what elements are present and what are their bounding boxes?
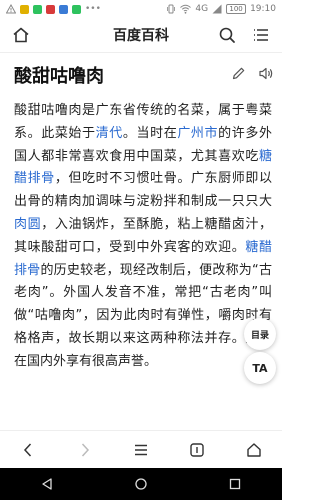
header-bar: 百度百科 [0,18,282,52]
article-link[interactable]: 肉圆 [14,217,41,232]
app-notification-icon [46,4,55,14]
tabs-icon [190,442,205,457]
article-text: ，入油锅炸，至酥脆，粘上糖醋卤汁，其味酸甜可口，受到中外宾客的欢迎。 [14,216,272,255]
app-notification-icon [72,4,81,14]
search-button[interactable] [216,24,238,46]
battery-icon: 100 [226,4,247,14]
status-bar-right: 4G 100 19:10 [166,4,276,14]
system-recents-button[interactable] [215,471,255,497]
network-type: 4G [195,4,209,14]
article-title: 酸甜咕噜肉 [14,66,104,87]
title-actions [231,66,274,85]
status-bar-left: ••• [6,4,101,14]
tabs-button[interactable] [177,435,217,465]
warning-icon [6,4,16,14]
app-notification-icon [20,4,29,14]
circle-home-icon [135,478,147,490]
header-actions [216,24,272,46]
wifi-icon [180,4,192,14]
signal-icon [212,4,222,14]
status-bar: ••• 4G 100 19:10 [0,0,282,18]
hamburger-icon [134,444,147,455]
chevron-right-icon [81,442,89,457]
edit-button[interactable] [231,66,246,85]
home-page-button[interactable] [234,435,274,465]
menu-button[interactable] [250,24,272,46]
header-divider [0,52,282,53]
article-body: 酸甜咕噜肉是广东省传统的名菜，属于粤菜系。此菜始于清代。当时在广州市的许多外国人… [14,100,272,374]
chevron-left-icon [24,442,32,457]
font-size-label: TA [252,361,268,375]
pencil-icon [232,67,245,79]
back-button[interactable] [8,435,48,465]
speak-button[interactable] [258,66,274,85]
app-notification-icon [59,4,68,14]
battery-level: 100 [229,5,243,13]
home-icon [13,27,29,43]
article-link[interactable]: 广州市 [177,126,218,141]
more-notifications-icon: ••• [85,4,101,14]
toc-button[interactable]: 目录 [244,318,276,350]
home-button[interactable] [10,24,32,46]
article-link[interactable]: 清代 [96,126,123,141]
article-text: 的历史较老，现经改制后，便改称为“古老肉”。外国人发音不准，常把“古老肉”叫做“… [14,262,272,369]
system-home-button[interactable] [121,471,161,497]
system-navigation-bar [0,468,282,500]
font-size-button[interactable]: TA [244,352,276,384]
status-time: 19:10 [250,4,276,14]
square-recents-icon [229,478,241,490]
browser-menu-button[interactable] [121,435,161,465]
article-heading: 酸甜咕噜肉 [14,62,274,88]
vibrate-icon [166,4,176,14]
house-icon [247,442,261,457]
toc-label: 目录 [250,330,269,341]
search-icon [219,27,235,43]
article-text: 。当时在 [122,125,178,141]
forward-button[interactable] [65,435,105,465]
article-paragraph: 酸甜咕噜肉是广东省传统的名菜，属于粤菜系。此菜始于清代。当时在广州市的许多外国人… [14,100,272,374]
browser-toolbar [0,430,282,468]
app-notification-icon [33,4,42,14]
speaker-icon [259,67,273,79]
list-menu-icon [254,29,268,41]
system-back-button[interactable] [27,471,67,497]
triangle-back-icon [42,478,52,490]
